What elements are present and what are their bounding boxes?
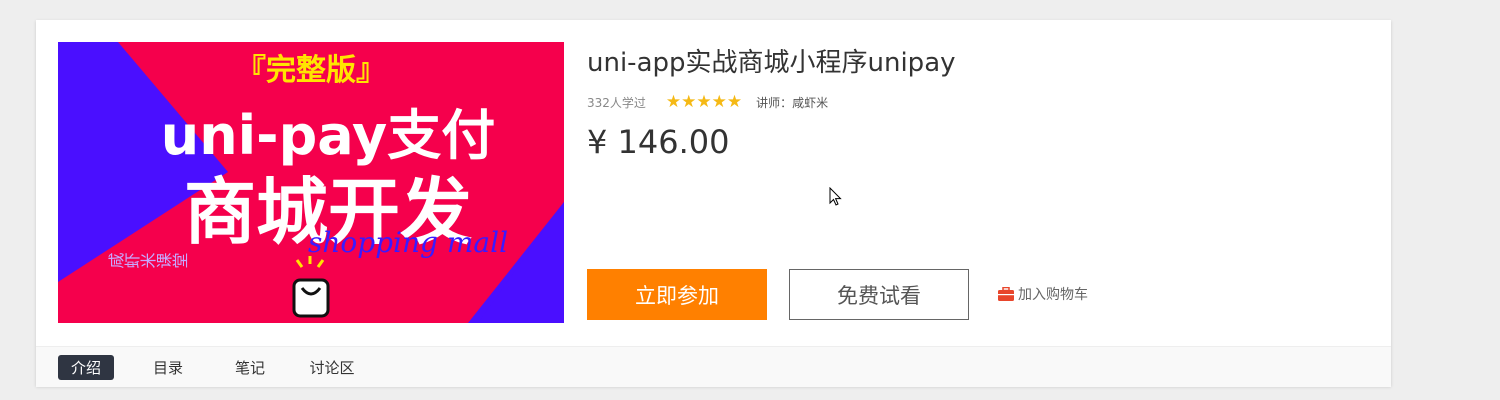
tab-discussion[interactable]: 讨论区 (304, 355, 360, 380)
add-to-cart-link[interactable]: 加入购物车 (998, 284, 1088, 304)
star-icon: ★ (665, 92, 682, 112)
cover-edition-text: 『完整版』 (236, 53, 386, 88)
course-price: ¥ 146.00 (587, 123, 730, 161)
join-now-button[interactable]: 立即参加 (587, 269, 767, 320)
mouse-cursor-icon (829, 187, 842, 206)
tab-catalog[interactable]: 目录 (140, 355, 196, 380)
star-icon: ★ (711, 92, 727, 112)
briefcase-icon (998, 287, 1014, 301)
tab-intro[interactable]: 介绍 (58, 355, 114, 380)
cover-line1-text: uni-pay支付 (161, 104, 495, 167)
course-card: 『完整版』 uni-pay支付 商城开发 shopping mall 咸虾米课堂… (36, 20, 1391, 387)
cover-brand-text: 咸虾米课堂 (108, 253, 188, 272)
learner-count: 332人学过 (587, 95, 646, 110)
tab-notes[interactable]: 笔记 (222, 355, 278, 380)
free-preview-button[interactable]: 免费试看 (789, 269, 969, 320)
course-tabs: 介绍 目录 笔记 讨论区 (36, 346, 1391, 387)
cover-graphic: 『完整版』 uni-pay支付 商城开发 shopping mall 咸虾米课堂 (58, 42, 564, 323)
teacher-name: 讲师：咸虾米 (756, 95, 829, 110)
star-icon: ★ (696, 92, 712, 112)
cover-script-text: shopping mall (308, 226, 508, 259)
course-cover-image[interactable]: 『完整版』 uni-pay支付 商城开发 shopping mall 咸虾米课堂 (58, 42, 564, 323)
add-to-cart-label: 加入购物车 (1018, 287, 1088, 303)
star-icon: ★ (681, 92, 697, 112)
rating-stars: ★ ★ ★ ★ ★ (666, 93, 742, 111)
star-icon: ★ (726, 92, 743, 112)
course-title[interactable]: uni-app实战商城小程序unipay (587, 42, 956, 79)
course-meta: 332人学过 ★ ★ ★ ★ ★ 讲师：咸虾米 (587, 93, 828, 111)
